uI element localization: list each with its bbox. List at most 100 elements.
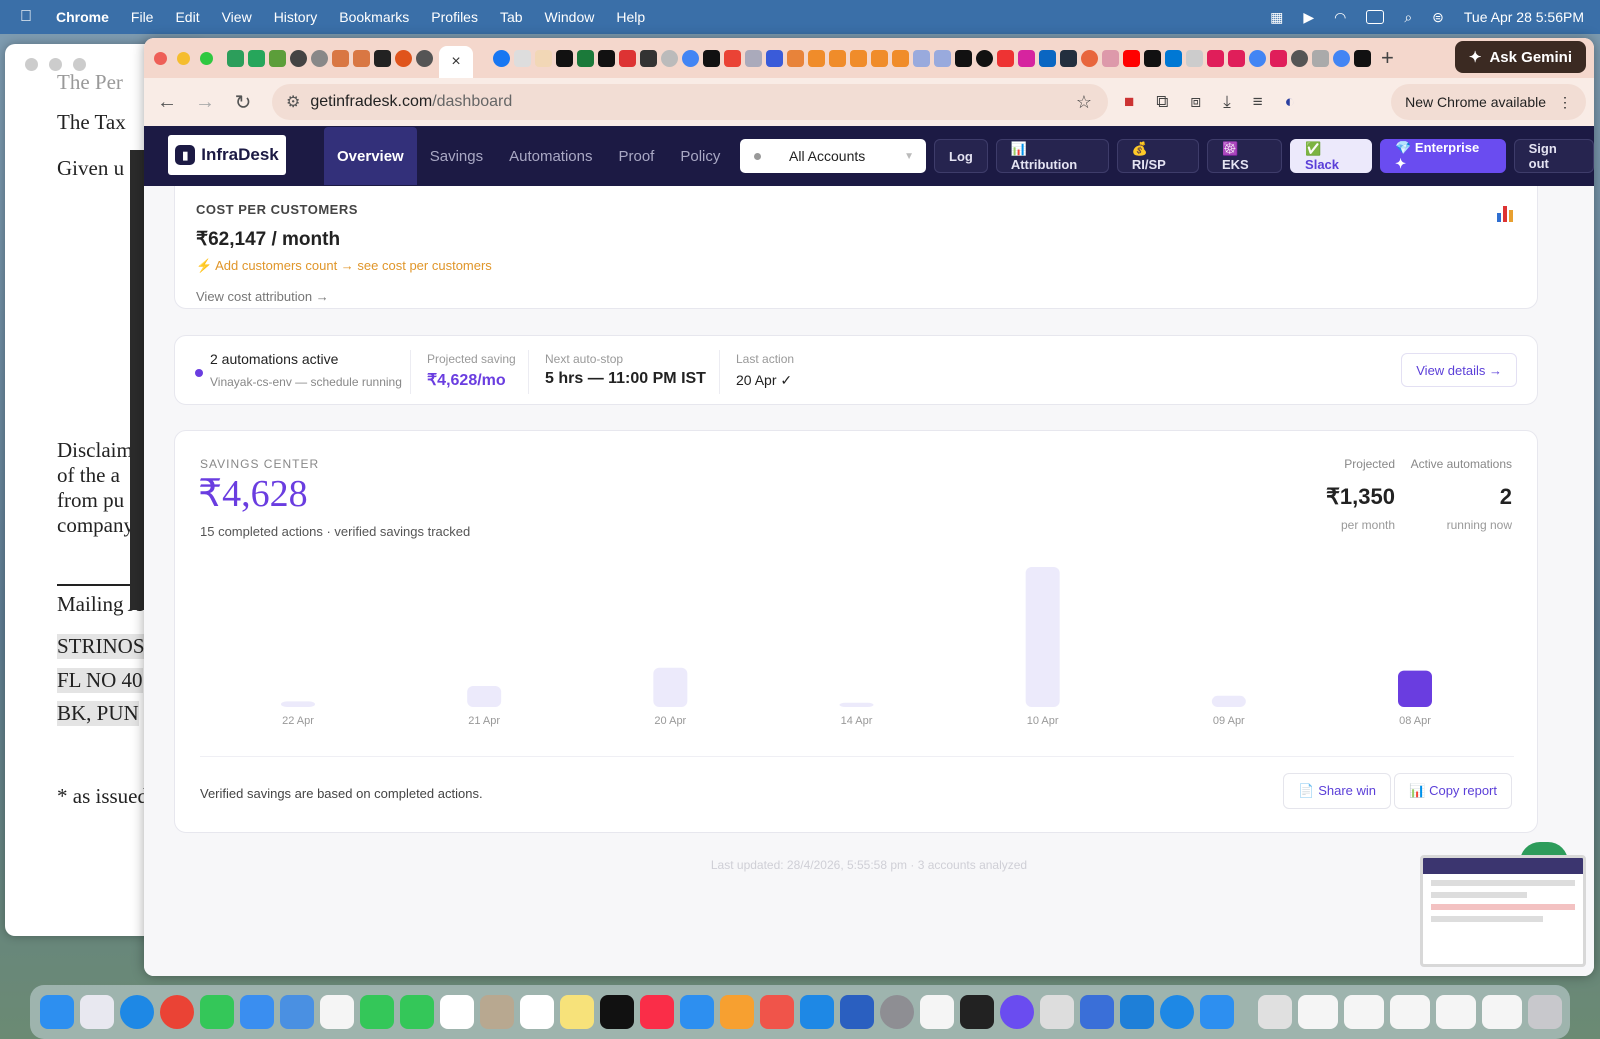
tab-favicon[interactable] xyxy=(1018,49,1035,67)
chart-bar[interactable] xyxy=(281,701,315,707)
system-settings-icon[interactable] xyxy=(880,995,914,1029)
tab-favicon[interactable] xyxy=(850,49,867,67)
reminders-icon[interactable] xyxy=(520,995,554,1029)
calendar-icon[interactable] xyxy=(440,995,474,1029)
tab-favicon[interactable] xyxy=(353,49,370,67)
log-button[interactable]: Log xyxy=(934,139,988,173)
tab-favicon[interactable] xyxy=(997,49,1014,67)
tab-favicon[interactable] xyxy=(598,49,615,67)
terminal-icon[interactable] xyxy=(960,995,994,1029)
tab-favicon[interactable] xyxy=(892,49,909,67)
pages-icon[interactable] xyxy=(720,995,754,1029)
new-chrome-available-button[interactable]: New Chrome available ⋮ xyxy=(1391,84,1586,120)
active-tab[interactable]: × xyxy=(439,46,473,78)
tab-favicon[interactable] xyxy=(1165,49,1182,67)
tab-favicon[interactable] xyxy=(745,49,762,67)
ri-sp-button[interactable]: 💰 RI/SP xyxy=(1116,139,1199,173)
tab-close-icon[interactable]: × xyxy=(451,53,460,71)
app-icon[interactable] xyxy=(1080,995,1114,1029)
chart-bar[interactable] xyxy=(1211,695,1246,707)
maps-icon[interactable] xyxy=(280,995,314,1029)
ask-gemini-button[interactable]: ✦ Ask Gemini xyxy=(1454,41,1586,73)
notes-icon[interactable] xyxy=(560,995,594,1029)
chart-bar[interactable] xyxy=(1025,567,1060,707)
enterprise-button[interactable]: 💎 Enterprise ✦ xyxy=(1380,139,1506,173)
account-select[interactable]: All Accounts ▼ xyxy=(740,139,926,173)
chart-bar[interactable] xyxy=(467,686,502,707)
menu-tab[interactable]: Tab xyxy=(500,9,523,25)
tab-favicon[interactable] xyxy=(682,49,699,67)
tab-favicon[interactable] xyxy=(269,49,286,67)
messages-icon[interactable] xyxy=(200,995,234,1029)
forward-icon[interactable]: → xyxy=(190,91,220,114)
attribution-button[interactable]: 📊 Attribution xyxy=(995,139,1109,173)
tab-favicon[interactable] xyxy=(1144,49,1161,67)
tab-favicon[interactable] xyxy=(640,49,657,67)
tab-favicon[interactable] xyxy=(787,49,804,67)
keynote-icon[interactable] xyxy=(680,995,714,1029)
tab-favicon[interactable] xyxy=(1312,49,1329,67)
tab-savings[interactable]: Savings xyxy=(417,126,496,186)
document-icon[interactable] xyxy=(920,995,954,1029)
extension-icon[interactable]: ■ xyxy=(1124,92,1134,112)
close-window-icon[interactable] xyxy=(154,51,167,65)
tab-favicon[interactable] xyxy=(661,49,678,67)
menu-history[interactable]: History xyxy=(274,9,318,25)
site-info-icon[interactable]: ⚙ xyxy=(286,92,300,112)
share-win-button[interactable]: 📄 Share win xyxy=(1283,773,1391,809)
slack-button[interactable]: ✅ Slack xyxy=(1290,139,1373,173)
app-icon[interactable] xyxy=(1160,995,1194,1029)
media-icon[interactable]: ≡ xyxy=(1253,92,1263,112)
tab-favicon[interactable] xyxy=(829,49,846,67)
minimize-window-icon[interactable] xyxy=(177,51,190,65)
tab-favicon[interactable] xyxy=(290,49,307,67)
tab-favicon[interactable] xyxy=(1081,49,1098,67)
photos-icon[interactable] xyxy=(320,995,354,1029)
tab-favicon[interactable] xyxy=(703,49,720,67)
tab-favicon[interactable] xyxy=(1123,49,1140,67)
download-icon[interactable]: ⤓ xyxy=(1223,92,1231,112)
tab-favicon[interactable] xyxy=(1060,49,1077,67)
menu-app-name[interactable]: Chrome xyxy=(56,9,109,25)
apple-icon[interactable]:  xyxy=(20,8,48,26)
reload-icon[interactable]: ↻ xyxy=(228,90,258,115)
new-tab-button[interactable]: + xyxy=(1381,45,1394,71)
recent-window-thumbnail[interactable] xyxy=(1298,995,1338,1029)
finder-icon[interactable] xyxy=(40,995,74,1029)
tab-favicon[interactable] xyxy=(1291,49,1308,67)
tab-search-icon[interactable]: ⧈ xyxy=(1190,92,1201,112)
tab-favicon[interactable] xyxy=(395,49,412,67)
simulator-icon[interactable] xyxy=(840,995,874,1029)
tab-favicon[interactable] xyxy=(416,49,433,67)
safari-icon[interactable] xyxy=(120,995,154,1029)
menu-profiles[interactable]: Profiles xyxy=(431,9,478,25)
infradesk-logo[interactable]: ▮ InfraDesk xyxy=(168,135,286,175)
downloads-stack-icon[interactable] xyxy=(1258,995,1292,1029)
tab-proof[interactable]: Proof xyxy=(605,126,667,186)
facetime-icon[interactable] xyxy=(360,995,394,1029)
menu-view[interactable]: View xyxy=(222,9,252,25)
tab-favicon[interactable] xyxy=(535,49,552,67)
sign-out-button[interactable]: Sign out xyxy=(1513,139,1594,173)
close-dot-icon[interactable] xyxy=(25,58,38,71)
tab-favicon[interactable] xyxy=(955,49,972,67)
trash-icon[interactable] xyxy=(1528,995,1562,1029)
extensions-puzzle-icon[interactable]: ⧉ xyxy=(1156,92,1168,112)
eks-button[interactable]: ☸️ EKS xyxy=(1206,139,1283,173)
address-bar[interactable]: ⚙ getinfradesk.com/dashboard ☆ xyxy=(272,84,1108,120)
menu-bookmarks[interactable]: Bookmarks xyxy=(339,9,409,25)
control-center-icon[interactable]: ⊜ xyxy=(1432,9,1444,26)
chrome-icon[interactable] xyxy=(160,995,194,1029)
tab-favicon[interactable] xyxy=(1354,49,1371,67)
recent-window-thumbnail[interactable] xyxy=(1482,995,1522,1029)
menu-clock[interactable]: Tue Apr 28 5:56PM xyxy=(1464,9,1584,25)
tab-favicon[interactable] xyxy=(619,49,636,67)
tab-favicon[interactable] xyxy=(493,49,510,67)
app-icon[interactable] xyxy=(1000,995,1034,1029)
add-customers-hint[interactable]: ⚡ Add customers count → see cost per cus… xyxy=(196,258,492,274)
tab-favicon[interactable] xyxy=(577,49,594,67)
tab-favicon[interactable] xyxy=(1039,49,1056,67)
zoom-window-icon[interactable] xyxy=(200,51,213,65)
bar-chart-icon[interactable] xyxy=(1497,204,1515,222)
tab-favicon[interactable] xyxy=(766,49,783,67)
